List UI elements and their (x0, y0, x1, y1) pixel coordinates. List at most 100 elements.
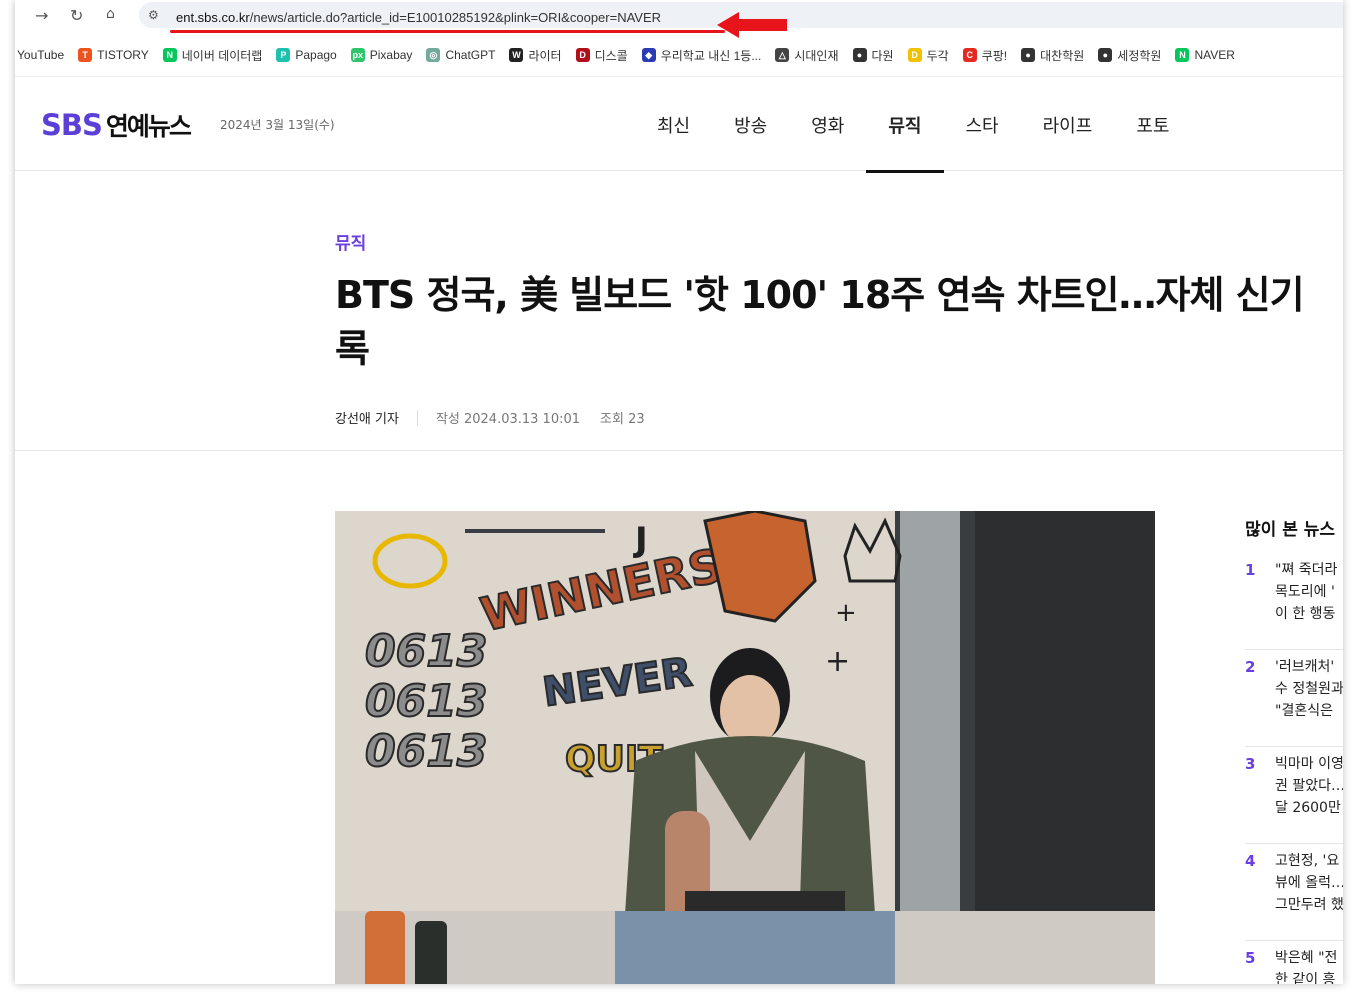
article-views: 조회 23 (600, 412, 645, 427)
bookmark-favicon-icon: N (1175, 48, 1190, 62)
red-underline-annotation (170, 30, 725, 33)
bookmark-item[interactable]: T TISTORY (78, 48, 149, 62)
article-written: 작성 2024.03.13 10:01 (435, 412, 581, 427)
bookmark-label: ChatGPT (445, 48, 496, 62)
menu-tab[interactable]: 방송 (712, 77, 789, 172)
popular-news-item[interactable]: 1 "쪄 죽더라 목도리에 ' 이 한 행동 (1245, 553, 1343, 650)
headline-line: 목도리에 ' (1275, 584, 1335, 600)
headline-line: 이 한 행동 (1275, 606, 1336, 622)
bookmark-favicon-icon: ● (852, 48, 867, 62)
meta-separator (416, 409, 418, 426)
bookmark-item[interactable]: YouTube (17, 48, 64, 62)
photo-illustration: J 0613 0613 0613 WINNERS NEVER QUIT + + (335, 511, 1155, 984)
bookmark-favicon-icon: D (907, 48, 922, 62)
menu-tab[interactable]: 영화 (789, 77, 866, 172)
svg-text:+: + (825, 644, 850, 679)
site-header: SBS 연예뉴스 2024년 3월 13일(수) 최신 방송 영화 뮤직 스타 라이프 포토 (15, 76, 1343, 173)
headline-line: "결혼식은 (1275, 703, 1333, 719)
headline-line: 한 같이 흥 (1275, 972, 1336, 984)
headline-line: 고현정, '요 (1275, 853, 1340, 869)
popular-news-item[interactable]: 3 빅마마 이영권 팔았다… 달 2600만 (1245, 747, 1343, 844)
bookmark-label: 네이버 데이터랩 (181, 48, 263, 63)
headline-line: '러브캐처' (1275, 659, 1335, 675)
popular-news-item[interactable]: 2 '러브캐처' 수 정철원과 "결혼식은 (1245, 650, 1343, 747)
article-author[interactable]: 강선애 기자 (335, 408, 399, 427)
logo-main: SBS (41, 108, 103, 142)
article-title: BTS 정국, 美 빌보드 '핫 100' 18주 연속 차트인…자체 신기 록 (335, 268, 1343, 376)
popular-news-title: 많이 본 뉴스 (1245, 520, 1336, 540)
rank-number: 3 (1245, 755, 1256, 773)
bookmark-item[interactable]: P Papago (276, 48, 337, 62)
home-icon[interactable]: ⌂ (106, 6, 115, 22)
rank-number: 4 (1245, 852, 1256, 870)
bookmark-item[interactable]: D 두각 (907, 47, 949, 64)
popular-news-headline: 빅마마 이영권 팔았다… 달 2600만 (1275, 753, 1343, 819)
popular-news-item[interactable]: 4 고현정, '요 뷰에 올럭… 그만두려 했 (1245, 844, 1343, 941)
svg-text:+: + (835, 598, 857, 628)
header-date: 2024년 3월 13일(수) (220, 118, 335, 132)
bookmark-label: 세정학원 (1117, 48, 1162, 63)
popular-news-headline: 박은혜 "전한 같이 흥 (1275, 947, 1343, 984)
reload-icon[interactable]: ↻ (70, 6, 83, 25)
url-path: /news/article.do?article_id=E10010285192… (249, 10, 662, 25)
red-arrow-annotation (717, 12, 787, 38)
site-info-icon[interactable]: ⚙ (148, 8, 159, 22)
article-photo[interactable]: J 0613 0613 0613 WINNERS NEVER QUIT + + (335, 511, 1155, 984)
headline-line: 권 팔았다… (1275, 778, 1343, 794)
bookmark-item[interactable]: N NAVER (1175, 48, 1235, 62)
bookmark-label: 쿠팡! (981, 48, 1008, 63)
bookmark-label: 라이터 (528, 48, 562, 63)
graffiti-0613-2: 0613 (365, 676, 487, 727)
headline-line: 빅마마 이영 (1275, 756, 1343, 772)
bookmark-item[interactable]: px Pixabay (350, 48, 413, 62)
headline-line: 달 2600만 (1275, 800, 1341, 816)
bookmark-favicon-icon: ● (1098, 48, 1113, 62)
bookmark-favicon-icon: W (509, 48, 524, 62)
bookmark-label: 디스콜 (594, 48, 628, 63)
header-divider (15, 450, 1343, 451)
article-title-line1: BTS 정국, 美 빌보드 '핫 100' 18주 연속 차트인…자체 신기 (335, 273, 1305, 317)
article-category[interactable]: 뮤직 (335, 229, 366, 254)
bookmark-label: 두각 (926, 48, 949, 63)
bookmark-label: 시대인재 (794, 48, 839, 63)
bookmark-label: TISTORY (97, 48, 149, 62)
bookmark-item[interactable]: C 쿠팡! (962, 47, 1008, 64)
url-text[interactable]: ent.sbs.co.kr/news/article.do?article_id… (176, 10, 661, 25)
forward-arrow-icon[interactable]: → (35, 6, 48, 25)
menu-tab[interactable]: 스타 (944, 77, 1021, 172)
menu-tab[interactable]: 뮤직 (866, 77, 944, 173)
menu-tab[interactable]: 최신 (635, 77, 712, 172)
bookmark-favicon-icon: △ (775, 48, 790, 62)
headline-line: 박은혜 "전 (1275, 950, 1338, 966)
bookmark-item[interactable]: ● 세정학원 (1098, 47, 1161, 64)
bookmark-item[interactable]: N 네이버 데이터랩 (162, 47, 263, 64)
bookmark-item[interactable]: ◎ ChatGPT (426, 48, 495, 62)
bookmark-label: Pixabay (369, 48, 413, 62)
bookmark-favicon-icon: ◆ (641, 48, 656, 62)
popular-news-headline: "쪄 죽더라 목도리에 ' 이 한 행동 (1275, 559, 1343, 625)
bookmark-item[interactable]: ◆ 우리학교 내신 1등... (641, 47, 762, 64)
bookmark-item[interactable]: W 라이터 (509, 47, 562, 64)
sbs-logo[interactable]: SBS 연예뉴스 (41, 107, 192, 143)
bookmarks-bar: YouTube T TISTORY N 네이버 데이터랩 P Papago px Pixabay… (15, 40, 1343, 70)
bookmark-item[interactable]: △ 시대인재 (775, 47, 839, 64)
bookmark-favicon-icon: ◎ (426, 48, 441, 62)
browser-window: → ↻ ⌂ ⚙ ent.sbs.co.kr/news/article.do?ar… (15, 0, 1343, 984)
bookmark-favicon-icon: px (350, 48, 365, 62)
popular-news-item[interactable]: 5 박은혜 "전 한 같이 흥 (1245, 941, 1343, 984)
article-meta: 강선애 기자 작성 2024.03.13 10:01 조회 23 (335, 408, 645, 427)
bookmark-item[interactable]: D 디스콜 (575, 47, 628, 64)
headline-line: 수 정철원과 (1275, 681, 1343, 697)
bookmark-favicon-icon: ● (1021, 48, 1036, 62)
logo-sub: 연예뉴스 (105, 112, 192, 141)
menu-tab[interactable]: 포토 (1114, 77, 1191, 172)
bookmark-favicon-icon: N (162, 48, 177, 62)
bookmark-favicon-icon: P (276, 48, 291, 62)
bookmark-label: NAVER (1194, 48, 1235, 62)
bookmark-label: 우리학교 내신 1등... (660, 48, 762, 63)
headline-line: 그만두려 했 (1275, 897, 1343, 913)
address-bar-area: → ↻ ⌂ ⚙ ent.sbs.co.kr/news/article.do?ar… (15, 0, 1343, 38)
bookmark-item[interactable]: ● 대찬학원 (1021, 47, 1084, 64)
bookmark-item[interactable]: ● 다원 (852, 47, 894, 64)
menu-tab[interactable]: 라이프 (1021, 77, 1115, 172)
